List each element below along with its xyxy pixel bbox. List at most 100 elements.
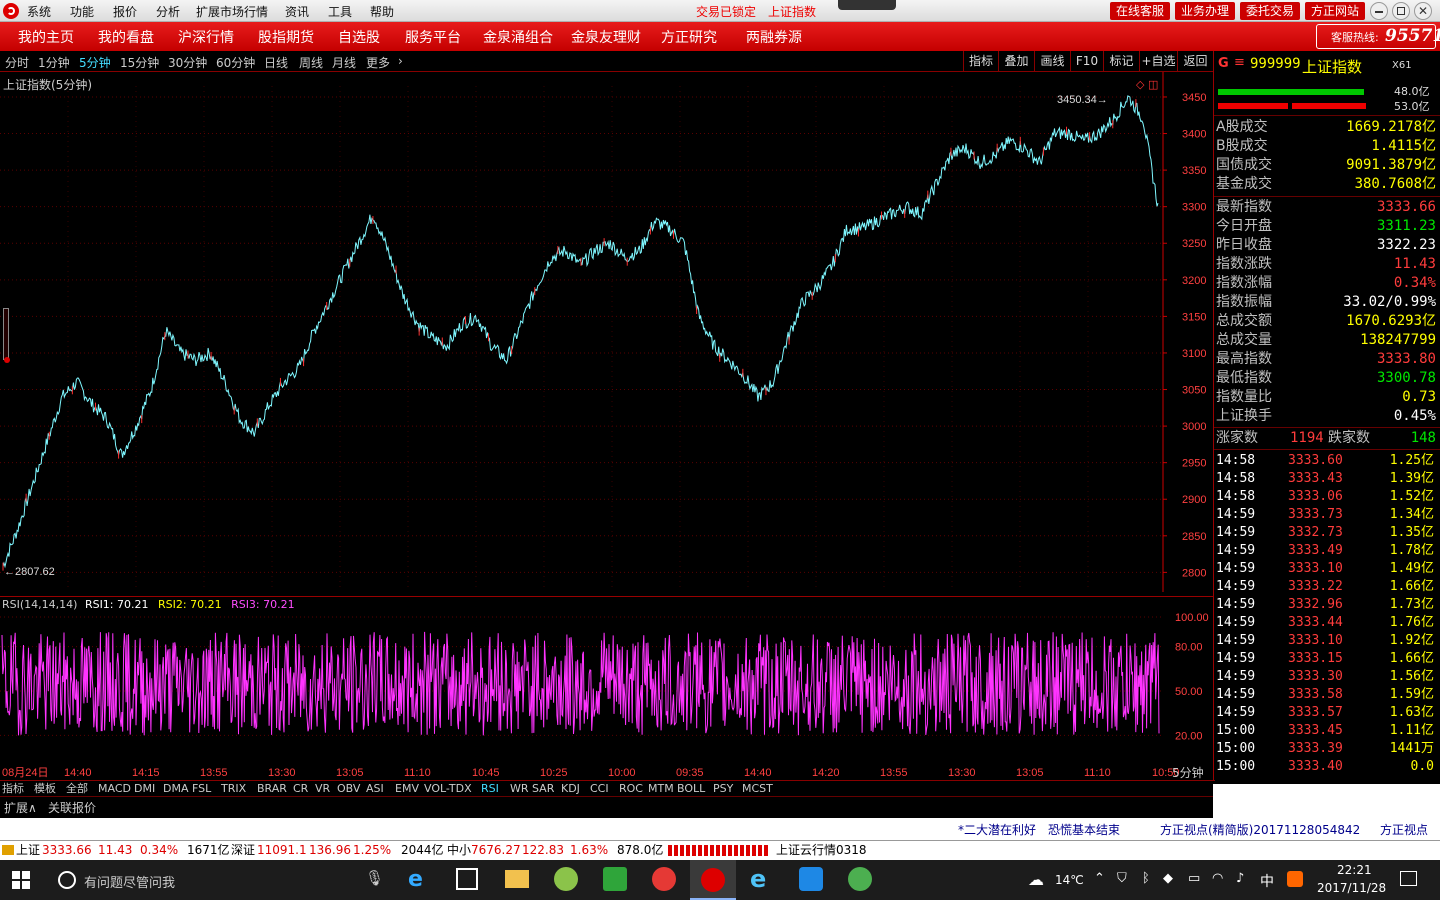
period-15min[interactable]: 15分钟: [120, 54, 159, 71]
menu-news[interactable]: 资讯: [285, 3, 309, 20]
chevron-right-icon[interactable]: ›: [398, 54, 403, 68]
menu-function[interactable]: 功能: [70, 3, 94, 20]
indicator-tab-dmi[interactable]: DMI: [134, 782, 155, 796]
ie-icon[interactable]: e: [750, 866, 776, 892]
nav-my-watch[interactable]: 我的看盘: [98, 27, 154, 47]
clock-time[interactable]: 22:21: [1337, 863, 1372, 877]
app-mascot-icon[interactable]: [652, 867, 676, 891]
windows-start-icon[interactable]: [12, 871, 30, 889]
indicator-tab-boll[interactable]: BOLL: [677, 782, 705, 796]
bluetooth-icon[interactable]: ᛒ: [1142, 871, 1150, 886]
price-chart[interactable]: 3450 3400 3350 3300 3250 3200 3150 3100 3050 3000…: [0, 72, 1213, 592]
indicator-tab-fsl[interactable]: FSL: [192, 782, 211, 796]
rsi-chart[interactable]: 100.00 80.00 50.00 20.00: [0, 597, 1213, 765]
indicator-tab-wr[interactable]: WR: [510, 782, 529, 796]
tray-chevron-icon[interactable]: ⌃: [1094, 871, 1105, 886]
nav-portfolio[interactable]: 金泉涌组合: [483, 27, 553, 47]
wifi-icon[interactable]: ◠: [1212, 871, 1223, 886]
ime-indicator[interactable]: 中: [1260, 871, 1274, 891]
indicator-tab-obv[interactable]: OBV: [337, 782, 360, 796]
browser-360-icon[interactable]: [554, 867, 578, 891]
cortana-search-icon[interactable]: [58, 871, 76, 889]
tool-overlay[interactable]: 叠加: [998, 51, 1034, 72]
indicator-tab-rsi[interactable]: RSI: [481, 782, 499, 796]
restore-icon[interactable]: [1392, 2, 1410, 20]
monitor-icon[interactable]: ▭: [1188, 871, 1200, 886]
menu-extended-market[interactable]: 扩展市场行情: [196, 3, 268, 20]
wechat-icon[interactable]: [603, 867, 627, 891]
diamond-icon[interactable]: ◆: [1163, 871, 1173, 886]
indicator-tab-kdj[interactable]: KDJ: [561, 782, 580, 796]
order-trade-button[interactable]: 委托交易: [1240, 2, 1300, 20]
weather-temp[interactable]: 14℃: [1055, 873, 1084, 887]
clock-date[interactable]: 2017/11/28: [1317, 881, 1386, 895]
period-tick[interactable]: 分时: [5, 54, 29, 71]
indicator-tab-[interactable]: 模板: [34, 782, 56, 796]
period-5min[interactable]: 5分钟: [79, 54, 111, 71]
news-item-1[interactable]: *二大潜在利好: [958, 821, 1036, 838]
nav-margin[interactable]: 两融券源: [746, 27, 802, 47]
period-daily[interactable]: 日线: [264, 54, 288, 71]
chart-area[interactable]: 上证指数(5分钟) 3450 3400 3350 3300 3250 3200 3150 31…: [0, 72, 1213, 780]
news-item-2[interactable]: 恐慌基本结束: [1048, 821, 1120, 838]
indicator-tab-cci[interactable]: CCI: [590, 782, 609, 796]
left-scroll-handle[interactable]: [3, 308, 10, 363]
indicator-tab-roc[interactable]: ROC: [619, 782, 643, 796]
founder-app-icon[interactable]: [690, 860, 736, 900]
weather-icon[interactable]: ☁: [1028, 870, 1044, 889]
indicator-tab-[interactable]: 指标: [2, 782, 24, 796]
tool-indicator[interactable]: 指标: [963, 51, 998, 72]
period-1min[interactable]: 1分钟: [38, 54, 70, 71]
period-weekly[interactable]: 周线: [299, 54, 323, 71]
sogou-icon[interactable]: [1287, 871, 1303, 887]
menu-icon[interactable]: ≡: [1234, 55, 1245, 70]
indicator-tab-trix[interactable]: TRIX: [221, 782, 246, 796]
taskbar-search-input[interactable]: 有问题尽管问我: [84, 872, 175, 891]
microphone-icon[interactable]: 🎙: [365, 869, 384, 887]
nav-wealth[interactable]: 金泉友理财: [571, 27, 641, 47]
nav-watchlist[interactable]: 自选股: [338, 27, 380, 47]
indicator-tab-mtm[interactable]: MTM: [648, 782, 674, 796]
period-30min[interactable]: 30分钟: [168, 54, 207, 71]
menu-quote[interactable]: 报价: [113, 3, 137, 20]
news-item-3[interactable]: 方正视点(精简版)20171128054842: [1160, 821, 1360, 838]
nav-my-homepage[interactable]: 我的主页: [18, 27, 74, 47]
indicator-tab-cr[interactable]: CR: [293, 782, 308, 796]
edge-icon[interactable]: e: [408, 868, 432, 892]
indicator-tab-macd[interactable]: MACD: [98, 782, 131, 796]
indicator-tab-vr[interactable]: VR: [315, 782, 330, 796]
menu-help[interactable]: 帮助: [370, 3, 394, 20]
menu-analysis[interactable]: 分析: [156, 3, 180, 20]
menu-tools[interactable]: 工具: [328, 3, 352, 20]
shield-icon[interactable]: ⛉: [1117, 871, 1127, 886]
business-button[interactable]: 业务办理: [1175, 2, 1235, 20]
indicator-tab-asi[interactable]: ASI: [366, 782, 384, 796]
indicator-tab-emv[interactable]: EMV: [395, 782, 419, 796]
period-monthly[interactable]: 月线: [332, 54, 356, 71]
period-60min[interactable]: 60分钟: [216, 54, 255, 71]
nav-service-platform[interactable]: 服务平台: [405, 27, 461, 47]
notification-icon[interactable]: [1400, 871, 1417, 886]
tool-f10[interactable]: F10: [1070, 51, 1103, 72]
indicator-tab-mcst[interactable]: MCST: [742, 782, 773, 796]
indicator-tab-dma[interactable]: DMA: [163, 782, 189, 796]
indicator-tab-sar[interactable]: SAR: [532, 782, 554, 796]
related-quote-tab[interactable]: 关联报价: [48, 799, 96, 816]
nav-sh-sz-market[interactable]: 沪深行情: [178, 27, 234, 47]
indicator-tab-[interactable]: 全部: [66, 782, 88, 796]
period-more[interactable]: 更多: [366, 54, 390, 71]
store-icon[interactable]: [456, 868, 478, 890]
indicator-tab-brar[interactable]: BRAR: [257, 782, 287, 796]
nav-research[interactable]: 方正研究: [661, 27, 717, 47]
chart-options-icon[interactable]: ◇ ◫: [1136, 78, 1158, 91]
minimize-icon[interactable]: [1370, 2, 1388, 20]
online-service-button[interactable]: 在线客服: [1110, 2, 1170, 20]
volume-icon[interactable]: ♪: [1236, 871, 1244, 886]
website-button[interactable]: 方正网站: [1305, 2, 1365, 20]
indicator-tab-psy[interactable]: PSY: [713, 782, 733, 796]
chat-app-icon[interactable]: [799, 867, 823, 891]
file-explorer-icon[interactable]: [505, 870, 529, 888]
tool-mark[interactable]: 标记: [1103, 51, 1139, 72]
close-icon[interactable]: ✕: [1414, 2, 1432, 20]
nav-index-futures[interactable]: 股指期货: [258, 27, 314, 47]
